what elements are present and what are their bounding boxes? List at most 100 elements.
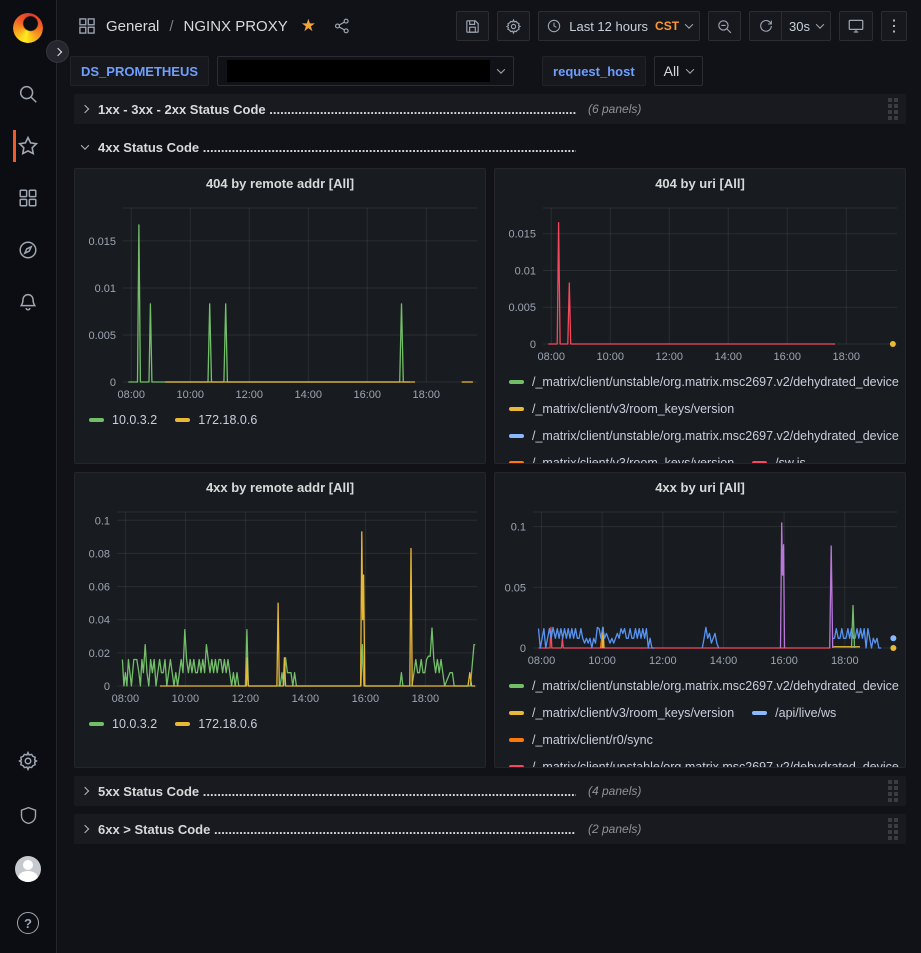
chart-legend: /_matrix/client/unstable/org.matrix.msc2… xyxy=(495,670,905,767)
legend-item[interactable]: /_matrix/client/r0/sync xyxy=(509,733,653,747)
chart-legend: 10.0.3.2 172.18.0.6 xyxy=(75,708,485,767)
sidebar-item-alerting[interactable] xyxy=(13,286,43,318)
grafana-app: ? General / NGINX PROXY ★ xyxy=(0,0,921,953)
dashboard-grid-icon xyxy=(77,16,97,36)
legend-item[interactable]: /_matrix/client/v3/room_keys/version xyxy=(509,456,734,464)
sidebar-item-help[interactable]: ? xyxy=(15,907,41,939)
svg-text:16:00: 16:00 xyxy=(352,693,380,705)
panel-title[interactable]: 404 by remote addr [All] xyxy=(75,169,485,198)
legend-item[interactable]: /_matrix/client/v3/room_keys/version xyxy=(509,402,734,416)
dashboards-icon xyxy=(17,187,39,209)
svg-text:08:00: 08:00 xyxy=(528,655,556,667)
panel-title[interactable]: 4xx by uri [All] xyxy=(495,473,905,502)
svg-text:0.1: 0.1 xyxy=(511,522,526,534)
legend-label: /_matrix/client/unstable/org.matrix.msc2… xyxy=(532,679,899,693)
svg-text:0.01: 0.01 xyxy=(95,283,116,295)
panel-404-by-uri: 404 by uri [All] 08:0010:0012:0014:0016:… xyxy=(494,168,906,464)
panel-title[interactable]: 404 by uri [All] xyxy=(495,169,905,198)
breadcrumb-section[interactable]: General xyxy=(106,18,159,35)
tv-mode-button[interactable] xyxy=(839,11,873,41)
row-6xx[interactable]: 6xx > Status Code ......................… xyxy=(74,814,906,844)
sidebar-expand-button[interactable] xyxy=(46,40,69,63)
chart-4xx-by-remote-addr[interactable]: 08:0010:0012:0014:0016:0018:0000.020.040… xyxy=(75,502,485,708)
legend-swatch xyxy=(509,407,524,411)
legend-item[interactable]: 10.0.3.2 xyxy=(89,717,157,731)
legend-label: 10.0.3.2 xyxy=(112,717,157,731)
time-range-label: Last 12 hours xyxy=(569,19,648,34)
kebab-icon: ⋮ xyxy=(886,16,902,36)
sidebar-item-starred[interactable] xyxy=(13,130,43,162)
row-1xx-3xx-2xx[interactable]: 1xx - 3xx - 2xx Status Code ............… xyxy=(74,94,906,124)
row-5xx[interactable]: 5xx Status Code ........................… xyxy=(74,776,906,806)
legend-item[interactable]: /_matrix/client/unstable/org.matrix.msc2… xyxy=(509,375,899,389)
legend-item[interactable]: /_matrix/client/unstable/org.matrix.msc2… xyxy=(509,760,899,768)
legend-item[interactable]: /_matrix/client/unstable/org.matrix.msc2… xyxy=(509,679,899,693)
row-drag-handle[interactable] xyxy=(888,98,898,120)
row-4xx[interactable]: 4xx Status Code ........................… xyxy=(74,132,906,162)
panel-grid-row1: 404 by remote addr [All] 08:0010:0012:00… xyxy=(74,168,906,464)
legend-item[interactable]: 10.0.3.2 xyxy=(89,413,157,427)
chart-4xx-by-uri[interactable]: 08:0010:0012:0014:0016:0018:0000.050.1 xyxy=(495,502,905,670)
svg-text:0.005: 0.005 xyxy=(508,302,536,314)
gear-icon xyxy=(17,750,39,772)
legend-item[interactable]: 172.18.0.6 xyxy=(175,413,257,427)
variable-label-request-host[interactable]: request_host xyxy=(542,56,646,86)
svg-text:0.04: 0.04 xyxy=(89,615,110,627)
row-panel-count: (6 panels) xyxy=(588,102,641,116)
legend-item[interactable]: /_matrix/client/v3/room_keys/version xyxy=(509,706,734,720)
help-icon: ? xyxy=(17,912,39,934)
chevron-right-icon xyxy=(81,787,89,795)
dashboard-settings-button[interactable] xyxy=(497,11,530,41)
row-drag-handle[interactable] xyxy=(888,818,898,840)
sidebar-item-profile[interactable] xyxy=(15,853,41,885)
refresh-interval-dropdown[interactable]: 30s xyxy=(781,11,831,41)
row-drag-handle[interactable] xyxy=(888,780,898,802)
request-host-select[interactable]: All xyxy=(654,56,704,86)
kebab-menu-button[interactable]: ⋮ xyxy=(881,11,907,41)
chart-legend: 10.0.3.2 172.18.0.6 xyxy=(75,404,485,463)
svg-text:10:00: 10:00 xyxy=(596,351,624,363)
gear-icon xyxy=(505,18,522,35)
sidebar-item-explore[interactable] xyxy=(13,234,43,266)
svg-text:16:00: 16:00 xyxy=(353,389,381,401)
sidebar-item-configuration[interactable] xyxy=(15,745,41,777)
legend-row: /_matrix/client/unstable/org.matrix.msc2… xyxy=(509,753,895,767)
variable-label-ds-prometheus[interactable]: DS_PROMETHEUS xyxy=(70,56,209,86)
svg-text:08:00: 08:00 xyxy=(112,693,140,705)
sidebar-item-dashboards[interactable] xyxy=(13,182,43,214)
svg-text:10:00: 10:00 xyxy=(588,655,616,667)
zoom-out-icon xyxy=(716,18,733,35)
svg-text:10:00: 10:00 xyxy=(172,693,200,705)
legend-item[interactable]: /_matrix/client/unstable/org.matrix.msc2… xyxy=(509,429,899,443)
svg-text:0.1: 0.1 xyxy=(95,515,110,527)
time-range-picker[interactable]: Last 12 hours CST xyxy=(538,11,700,41)
legend-swatch xyxy=(89,418,104,422)
panel-grid-row2: 4xx by remote addr [All] 08:0010:0012:00… xyxy=(74,472,906,768)
chevron-down-icon xyxy=(686,65,694,73)
clock-icon xyxy=(546,18,562,34)
page-title[interactable]: NGINX PROXY xyxy=(184,18,288,35)
legend-swatch xyxy=(509,711,524,715)
grafana-logo-icon[interactable] xyxy=(13,12,43,44)
legend-item[interactable]: /api/live/ws xyxy=(752,706,836,720)
share-icon[interactable] xyxy=(333,17,351,35)
panel-title[interactable]: 4xx by remote addr [All] xyxy=(75,473,485,502)
favorite-star-icon[interactable]: ★ xyxy=(301,16,316,36)
svg-text:16:00: 16:00 xyxy=(773,351,801,363)
search-icon[interactable] xyxy=(13,78,43,110)
chart-404-by-uri[interactable]: 08:0010:0012:0014:0016:0018:0000.0050.01… xyxy=(495,198,905,366)
sidebar-item-server-admin[interactable] xyxy=(15,799,41,831)
legend-swatch xyxy=(752,711,767,715)
zoom-out-time-button[interactable] xyxy=(708,11,741,41)
legend-swatch xyxy=(175,418,190,422)
chart-404-by-remote-addr[interactable]: 08:0010:0012:0014:0016:0018:0000.0050.01… xyxy=(75,198,485,404)
refresh-button[interactable] xyxy=(749,11,781,41)
datasource-select[interactable] xyxy=(217,56,514,86)
legend-label: /_matrix/client/r0/sync xyxy=(532,733,653,747)
legend-item[interactable]: 172.18.0.6 xyxy=(175,717,257,731)
legend-swatch xyxy=(509,380,524,384)
panel-404-by-remote-addr: 404 by remote addr [All] 08:0010:0012:00… xyxy=(74,168,486,464)
legend-item[interactable]: /sw.js xyxy=(752,456,806,464)
save-dashboard-button[interactable] xyxy=(456,11,489,41)
breadcrumb: General / NGINX PROXY ★ xyxy=(77,16,351,36)
